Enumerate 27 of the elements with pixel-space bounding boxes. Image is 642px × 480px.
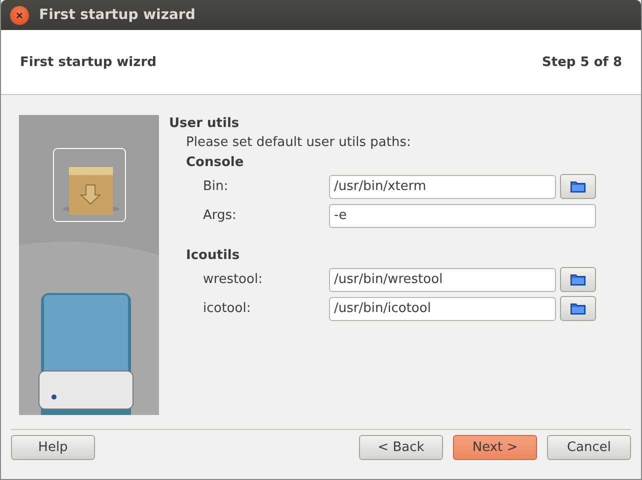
close-icon (16, 12, 23, 18)
path-field[interactable]: /usr/bin/xterm (329, 174, 556, 198)
page-title: User utils (169, 115, 240, 133)
section-title: Console (186, 154, 245, 172)
dialog-button[interactable]: Cancel (547, 435, 631, 460)
folder-icon (570, 302, 586, 315)
field-label: icotool: (203, 301, 252, 316)
field-label: Args: (203, 208, 238, 223)
dialog-button[interactable]: Help (11, 435, 95, 460)
folder-icon (570, 180, 586, 193)
field-label: Bin: (203, 179, 230, 194)
path-field[interactable]: /usr/bin/icotool (329, 296, 556, 320)
input-field[interactable]: -e (329, 204, 596, 228)
window-title: First startup wizard (39, 7, 196, 23)
wizard-title: First startup wizrd (20, 54, 156, 70)
page-description: Please set default user utils paths: (186, 134, 412, 152)
dialog-button[interactable]: Next > (453, 435, 537, 460)
section-title: Icoutils (186, 247, 241, 265)
step-indicator: Step 5 of 8 (542, 54, 622, 70)
field-label: wrestool: (203, 272, 264, 287)
browse-button[interactable] (560, 174, 596, 199)
dialog-button[interactable]: < Back (359, 435, 443, 460)
path-field[interactable]: /usr/bin/wrestool (329, 268, 556, 292)
close-button[interactable] (10, 6, 29, 24)
folder-icon (570, 273, 586, 286)
browse-button[interactable] (560, 267, 596, 292)
browse-button[interactable] (560, 296, 596, 321)
